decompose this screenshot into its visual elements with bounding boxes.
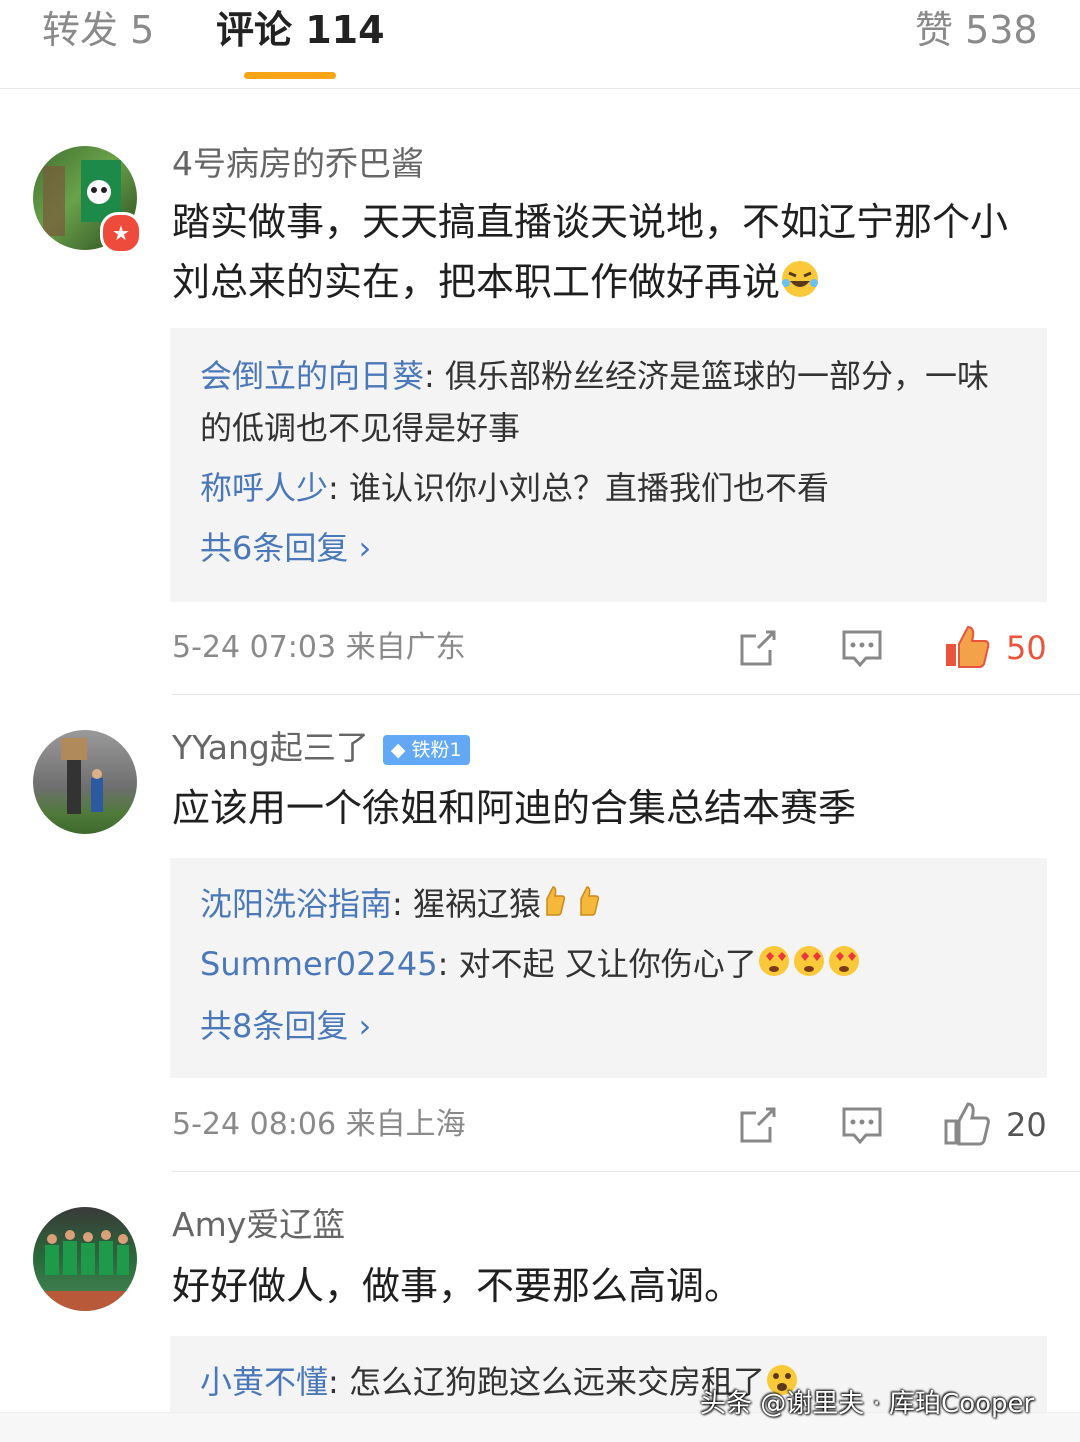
comment-text: 踏实做事，天天搞直播谈天说地，不如辽宁那个小刘总来的实在，把本职工作做好再说 <box>172 192 1042 316</box>
like-count: 50 <box>1006 629 1047 667</box>
thumbs-up-emoji-icon <box>541 882 607 934</box>
more-replies-link[interactable]: 共6条回复 › <box>200 526 371 570</box>
like-icon[interactable] <box>944 1101 990 1146</box>
comment-text-content: 踏实做事，天天搞直播谈天说地，不如辽宁那个小刘总来的实在，把本职工作做好再说 <box>172 200 1009 304</box>
laugh-cry-emoji-icon <box>780 256 820 316</box>
divider <box>172 694 1080 695</box>
comment-meta: 5-24 07:03 来自广东 <box>172 630 466 665</box>
tab-likes[interactable]: 赞 538 <box>915 6 1038 54</box>
like-count: 20 <box>1006 1106 1047 1144</box>
comment-meta: 5-24 08:06 来自上海 <box>172 1107 466 1142</box>
verified-badge-icon: ★ <box>100 212 142 254</box>
heart-eyes-emoji-icon <box>757 942 863 994</box>
reply-text: : 对不起 又让你伤心了 <box>437 945 757 983</box>
tab-bar: 转发 5 评论 114 赞 538 <box>0 0 1080 89</box>
comment-username[interactable]: Amy爱辽篮 <box>172 1203 345 1247</box>
active-tab-indicator <box>244 72 336 79</box>
avatar[interactable] <box>33 1207 137 1311</box>
reply-username[interactable]: 沈阳洗浴指南 <box>200 885 392 923</box>
share-icon[interactable] <box>736 1103 780 1147</box>
reply-item[interactable]: 称呼人少: 谁认识你小刘总？直播我们也不看 <box>200 462 1000 514</box>
reply-username[interactable]: Summer02245 <box>200 945 438 983</box>
comment-icon[interactable] <box>840 626 884 670</box>
comment-text: 好好做人，做事，不要那么高调。 <box>172 1264 743 1308</box>
username-text: YYang起三了 <box>172 728 369 767</box>
reply-username[interactable]: 小黄不懂 <box>200 1363 328 1401</box>
tab-comments[interactable]: 评论 114 <box>216 6 385 54</box>
fan-badge-label: 铁粉1 <box>411 738 462 761</box>
reply-box: 沈阳洗浴指南: 猩祸辽猿 Summer02245: 对不起 又让你伤心了 共8条… <box>170 858 1047 1078</box>
avatar[interactable] <box>33 730 137 834</box>
comment-username[interactable]: YYang起三了 ◆ 铁粉1 <box>172 726 470 770</box>
like-icon-active[interactable] <box>944 624 990 668</box>
tab-reposts[interactable]: 转发 5 <box>42 6 154 54</box>
reply-item[interactable]: Summer02245: 对不起 又让你伤心了 <box>200 938 1000 994</box>
reply-username[interactable]: 会倒立的向日葵 <box>200 357 424 395</box>
fan-badge: ◆ 铁粉1 <box>382 734 470 765</box>
reply-item[interactable]: 会倒立的向日葵: 俱乐部粉丝经济是篮球的一部分，一味的低调也不见得是好事 <box>200 350 1000 454</box>
share-icon[interactable] <box>736 626 780 670</box>
reply-item[interactable]: 沈阳洗浴指南: 猩祸辽猿 <box>200 878 1000 934</box>
avatar-image <box>33 1230 137 1311</box>
avatar-image <box>61 738 103 814</box>
more-replies-link[interactable]: 共8条回复 › <box>200 1004 371 1048</box>
reply-box: 会倒立的向日葵: 俱乐部粉丝经济是篮球的一部分，一味的低调也不见得是好事 称呼人… <box>170 328 1047 602</box>
reply-text: : 猩祸辽猿 <box>392 885 541 923</box>
reply-username[interactable]: 称呼人少 <box>200 469 328 507</box>
divider <box>172 1171 1080 1172</box>
reply-text: : 谁认识你小刘总？直播我们也不看 <box>328 469 829 507</box>
comment-icon[interactable] <box>840 1103 884 1147</box>
comment-text: 应该用一个徐姐和阿迪的合集总结本赛季 <box>172 786 857 830</box>
comment-username[interactable]: 4号病房的乔巴酱 <box>172 142 424 186</box>
watermark: 头条 @谢里夫 · 库珀Cooper <box>700 1389 1035 1419</box>
